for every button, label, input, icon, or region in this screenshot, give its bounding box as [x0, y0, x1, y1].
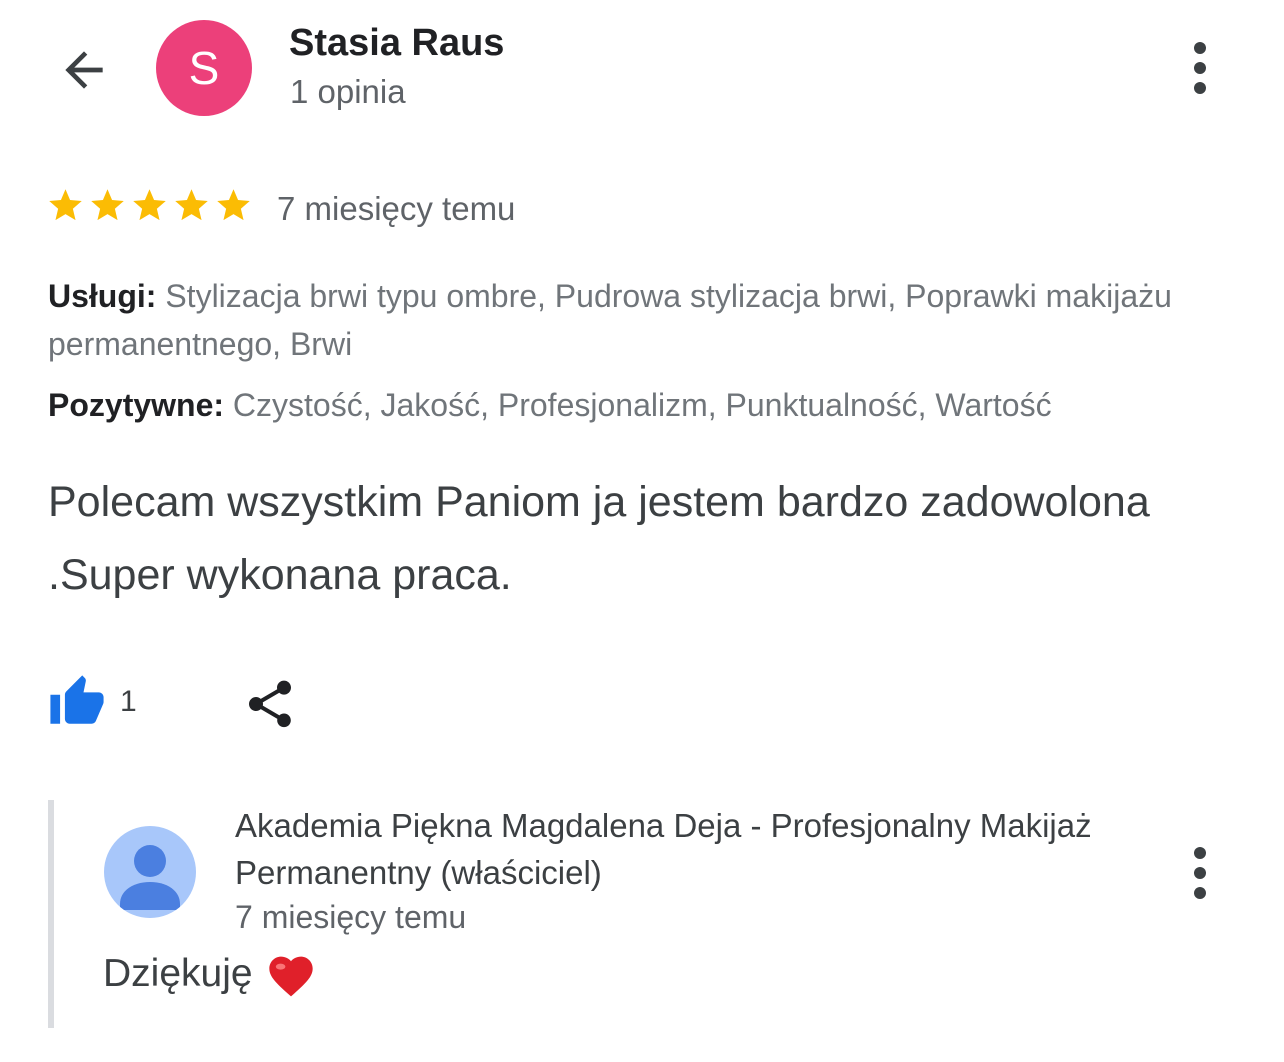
- like-button[interactable]: 1: [48, 672, 137, 732]
- owner-avatar[interactable]: [104, 826, 196, 918]
- thumbs-up-icon: [50, 675, 104, 724]
- owner-reply-message: Dziękuję: [103, 952, 253, 995]
- star-icon: [49, 189, 82, 221]
- star-icon: [217, 189, 250, 221]
- star-icon: [133, 189, 166, 221]
- positive-attribute: Pozytywne: Czystość, Jakość, Profesjonal…: [48, 381, 1238, 429]
- more-options-button[interactable]: [1176, 40, 1224, 96]
- owner-reply-time: 7 miesięcy temu: [235, 899, 467, 935]
- arrow-left-icon: [65, 51, 103, 89]
- review-count: 1 opinia: [290, 73, 406, 110]
- author-name[interactable]: Stasia Raus: [289, 22, 504, 65]
- more-vert-icon: [1194, 847, 1206, 859]
- more-vert-icon: [1194, 42, 1206, 54]
- star-rating: [46, 186, 253, 225]
- services-value: Stylizacja brwi typu ombre, Pudrowa styl…: [48, 278, 1172, 362]
- services-label: Usługi:: [48, 278, 157, 314]
- positive-value: Czystość, Jakość, Profesjonalizm, Punktu…: [232, 387, 1052, 423]
- avatar-letter: S: [188, 42, 220, 94]
- services-attribute: Usługi: Stylizacja brwi typu ombre, Pudr…: [48, 272, 1238, 368]
- like-count: 1: [120, 685, 137, 718]
- avatar[interactable]: S: [156, 20, 252, 116]
- review-text: Polecam wszystkim Paniom ja jestem bardz…: [48, 478, 1150, 599]
- positive-label: Pozytywne:: [48, 387, 225, 423]
- star-icon: [91, 189, 124, 221]
- back-button[interactable]: [50, 36, 118, 104]
- reply-more-options-button[interactable]: [1176, 845, 1224, 901]
- review-time: 7 miesięcy temu: [277, 190, 516, 227]
- star-icon: [175, 189, 208, 221]
- owner-reply-text: Dziękuję: [103, 950, 317, 998]
- person-icon: [120, 845, 180, 910]
- reply-divider: [48, 800, 54, 1028]
- red-heart-icon: [268, 956, 313, 997]
- owner-name[interactable]: Akademia Piękna Magdalena Deja - Profesj…: [235, 802, 1135, 896]
- share-button[interactable]: [240, 674, 300, 734]
- share-icon: [249, 680, 291, 728]
